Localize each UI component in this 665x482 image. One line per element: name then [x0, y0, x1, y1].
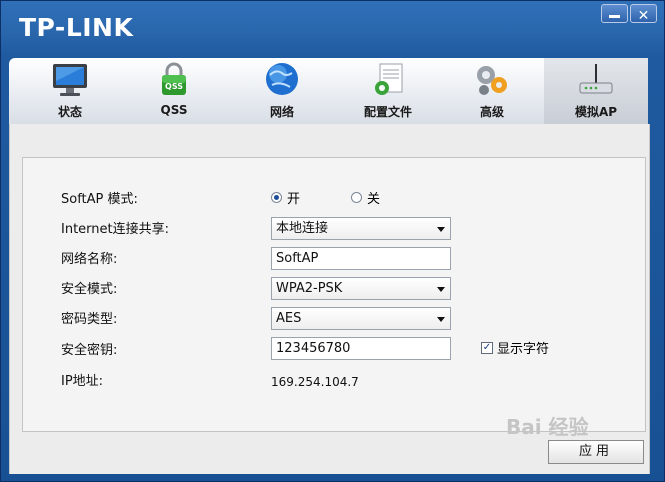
router-icon: [579, 64, 613, 94]
security-key-label: 安全密钥:: [61, 343, 118, 358]
qss-lock-icon: QSS: [162, 62, 186, 95]
security-mode-select[interactable]: WPA2-PSK: [271, 277, 451, 300]
tab-label: 高级: [479, 105, 504, 119]
ssid-label: 网络名称:: [61, 252, 118, 267]
tab-profile[interactable]: 配置文件: [341, 58, 435, 124]
monitor-icon: [53, 64, 87, 96]
tab-label: 状态: [57, 105, 82, 119]
ip-address-value: 169.254.104.7: [271, 375, 359, 389]
radio-on-indicator: [271, 191, 282, 203]
tab-label: 模拟AP: [574, 105, 618, 119]
chevron-down-icon: [437, 287, 445, 292]
ip-address-label: IP地址:: [61, 374, 104, 389]
close-icon: ✕: [637, 8, 650, 24]
cipher-type-select[interactable]: AES: [271, 307, 451, 330]
ssid-input[interactable]: SoftAP: [271, 247, 451, 270]
checkbox-checked-icon: ✓: [481, 341, 493, 354]
mode-off-radio[interactable]: 关: [351, 186, 380, 208]
tab-label: 配置文件: [363, 105, 412, 119]
security-key-input[interactable]: 123456780: [271, 337, 451, 360]
watermark-logo: Bai 经验: [506, 415, 589, 439]
show-characters-label: 显示字符: [497, 342, 550, 357]
internet-sharing-label: Internet连接共享:: [61, 222, 169, 237]
apply-button[interactable]: 应用: [548, 440, 644, 464]
mode-off-label: 关: [367, 191, 381, 207]
tab-network[interactable]: 网络: [235, 58, 329, 124]
chevron-down-icon: [437, 317, 445, 322]
radio-off-indicator: [351, 191, 362, 203]
minimize-icon: [609, 15, 620, 18]
security-mode-value: WPA2-PSK: [276, 281, 343, 296]
tab-qss[interactable]: QSS QSS: [127, 58, 221, 124]
internet-sharing-value: 本地连接: [276, 221, 329, 236]
tab-label: 网络: [269, 105, 294, 119]
tab-label: QSS: [160, 103, 188, 117]
close-button[interactable]: ✕: [630, 4, 657, 24]
svg-text:QSS: QSS: [165, 82, 183, 91]
show-characters-checkbox[interactable]: ✓ 显示字符: [481, 338, 549, 357]
soft-ap-settings-panel: SoftAP 模式: 开 关 Internet连接共享: 本地连接 网络名称: …: [22, 157, 646, 432]
tab-bar: 状态 QSS QSS 网络 配置文件 高级 模拟AP: [9, 58, 648, 124]
tab-soft-ap[interactable]: 模拟AP: [544, 58, 648, 124]
tab-advanced[interactable]: 高级: [445, 58, 539, 124]
cipher-type-value: AES: [276, 311, 302, 326]
security-mode-label: 安全模式:: [61, 282, 118, 297]
gears-icon: [477, 66, 507, 95]
softap-mode-label: SoftAP 模式:: [61, 192, 138, 207]
minimize-button[interactable]: [601, 4, 628, 23]
app-window: TP-LINK ✕ 状态 QSS QSS 网络 配置文件 高级 模拟AP Sof…: [0, 0, 665, 482]
internet-sharing-select[interactable]: 本地连接: [271, 217, 451, 240]
tab-status[interactable]: 状态: [23, 58, 117, 124]
cipher-type-label: 密码类型:: [61, 312, 118, 327]
mode-on-radio[interactable]: 开: [271, 186, 300, 208]
brand-logo: TP-LINK: [19, 13, 134, 42]
chevron-down-icon: [437, 227, 445, 232]
globe-icon: [266, 63, 298, 95]
mode-on-label: 开: [287, 191, 301, 207]
profile-document-icon: [375, 63, 403, 95]
